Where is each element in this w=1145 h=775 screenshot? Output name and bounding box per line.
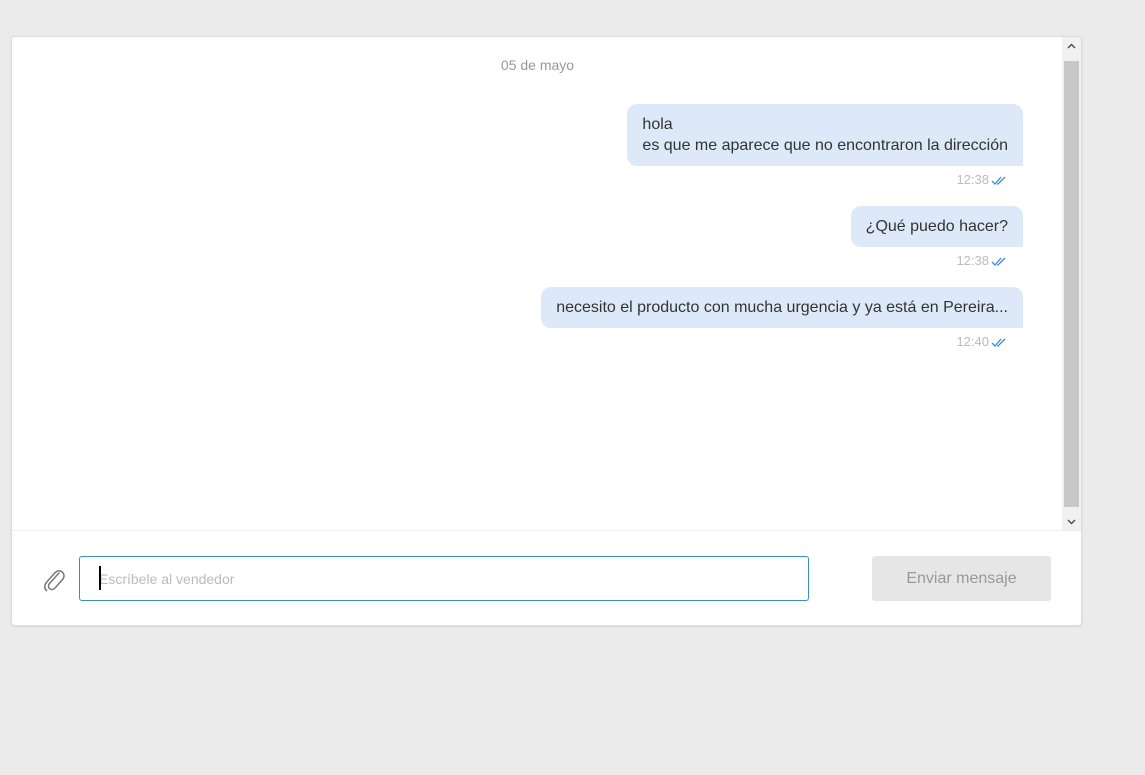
double-check-icon bbox=[991, 257, 1006, 266]
messages-scrollbar[interactable] bbox=[1062, 37, 1081, 530]
text-caret bbox=[99, 566, 101, 590]
double-check-icon bbox=[991, 338, 1006, 347]
scroll-thumb[interactable] bbox=[1064, 61, 1079, 507]
message-bubble: hola es que me aparece que no encontraro… bbox=[627, 104, 1023, 166]
message-input[interactable] bbox=[79, 556, 809, 601]
message-text: necesito el producto con mucha urgencia … bbox=[556, 299, 1008, 316]
message-meta: 12:38 bbox=[956, 172, 1009, 187]
chat-window: 05 de mayo hola es que me aparece que no… bbox=[11, 36, 1082, 626]
message-meta: 12:38 bbox=[956, 253, 1009, 268]
message-time: 12:40 bbox=[956, 334, 989, 349]
message-text: hola bbox=[642, 116, 673, 133]
message-bubble: ¿Qué puedo hacer? bbox=[850, 206, 1023, 247]
message-composer: Enviar mensaje bbox=[12, 530, 1081, 625]
message-time: 12:38 bbox=[956, 172, 989, 187]
scroll-down-icon[interactable] bbox=[1062, 513, 1081, 530]
scroll-up-icon[interactable] bbox=[1062, 37, 1081, 54]
message-text: es que me aparece que no encontraron la … bbox=[642, 137, 1008, 154]
send-message-button[interactable]: Enviar mensaje bbox=[872, 556, 1051, 601]
message-item: hola es que me aparece que no encontraro… bbox=[627, 104, 1023, 187]
message-item: ¿Qué puedo hacer? 12:38 bbox=[850, 206, 1023, 268]
double-check-icon bbox=[991, 176, 1006, 185]
message-item: necesito el producto con mucha urgencia … bbox=[541, 287, 1023, 349]
message-time: 12:38 bbox=[956, 253, 989, 268]
message-meta: 12:40 bbox=[956, 334, 1009, 349]
message-text: ¿Qué puedo hacer? bbox=[865, 218, 1008, 235]
date-separator: 05 de mayo bbox=[500, 57, 575, 73]
messages-area: 05 de mayo hola es que me aparece que no… bbox=[12, 37, 1063, 530]
paperclip-icon[interactable] bbox=[42, 567, 66, 593]
message-bubble: necesito el producto con mucha urgencia … bbox=[541, 287, 1023, 328]
